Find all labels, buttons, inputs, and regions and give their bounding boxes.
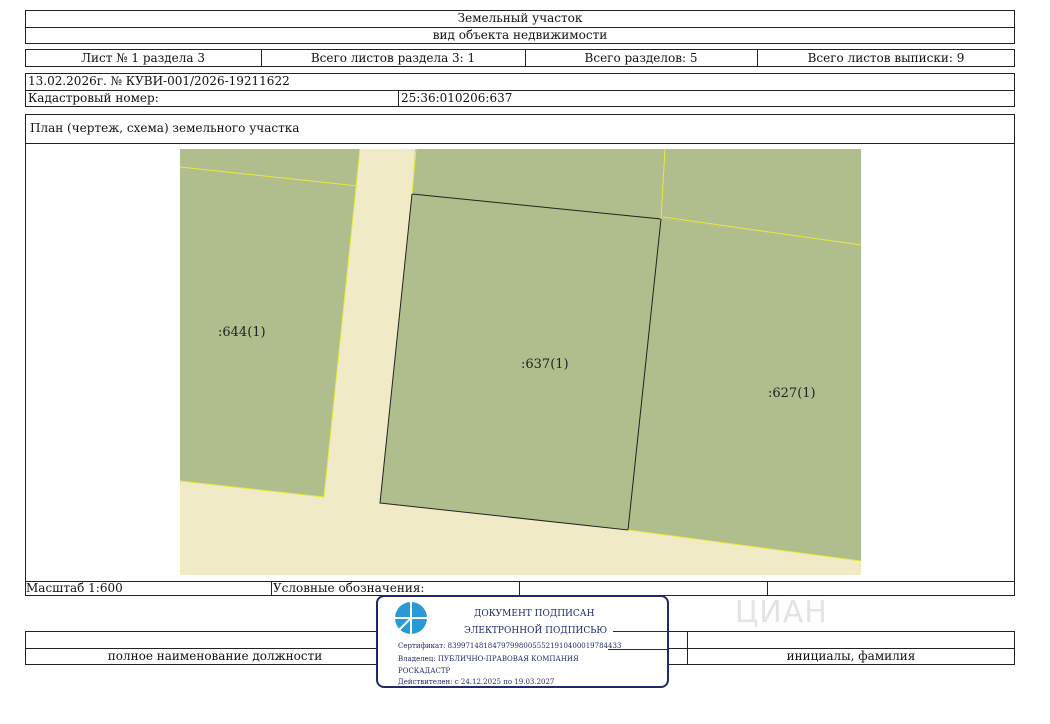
roskadastr-logo-icon	[395, 602, 427, 634]
scale-label: Масштаб 1:600	[26, 581, 123, 595]
parcel-627	[628, 219, 861, 561]
document-subtitle: вид объекта недвижимости	[432, 28, 608, 42]
stamp-line-2: ЭЛЕКТРОННОЙ ПОДПИСЬЮ	[464, 626, 608, 636]
record-divider	[25, 90, 1015, 91]
stamp-rule-2	[608, 649, 669, 650]
cadastral-plan-map: :644(1) :637(1) :627(1)	[180, 149, 861, 575]
stamp-owner-2: РОСКАДАСТР	[398, 667, 451, 675]
stamp-owner: Владелец: ПУБЛИЧНО-ПРАВОВАЯ КОМПАНИЯ	[398, 655, 579, 663]
stamp-valid: Действителен: с 24.12.2025 по 19.03.2027	[398, 678, 555, 686]
document-title: Земельный участок	[457, 11, 583, 25]
scale-legend-row	[25, 581, 1015, 596]
name-caption: инициалы, фамилия	[786, 649, 916, 663]
total-sheets-extract: Всего листов выписки: 9	[807, 51, 965, 65]
total-sheets-section: Всего листов раздела 3: 1	[310, 51, 476, 65]
legend-label: Условные обозначения:	[273, 581, 425, 595]
position-caption: полное наименование должности	[107, 649, 323, 663]
sheet-number: Лист № 1 раздела 3	[81, 51, 205, 65]
plan-title: План (чертеж, схема) земельного участка	[30, 121, 300, 135]
electronic-signature-stamp: ДОКУМЕНТ ПОДПИСАН ЭЛЕКТРОННОЙ ПОДПИСЬЮ С…	[376, 595, 669, 688]
extract-date-number: 13.02.2026г. № КУВИ-001/2026-19211622	[28, 74, 290, 88]
parcel-label-637: :637(1)	[521, 357, 569, 372]
cadastral-label: Кадастровый номер:	[28, 91, 159, 105]
scale-divider-1	[271, 581, 272, 596]
watermark: ЦИАН	[735, 595, 828, 630]
scale-divider-3	[767, 581, 768, 596]
parcel-label-627: :627(1)	[768, 386, 816, 401]
cadastral-number: 25:36:010206:637	[401, 91, 513, 105]
cadastral-divider	[398, 90, 399, 107]
scale-divider-2	[519, 581, 520, 596]
total-sections: Всего разделов: 5	[584, 51, 698, 65]
stamp-rule-1	[613, 631, 669, 632]
stamp-line-1: ДОКУМЕНТ ПОДПИСАН	[474, 609, 595, 619]
stamp-certificate: Сертификат: 8399714818479799800555219104…	[398, 642, 622, 650]
parcel-label-644: :644(1)	[218, 325, 266, 340]
